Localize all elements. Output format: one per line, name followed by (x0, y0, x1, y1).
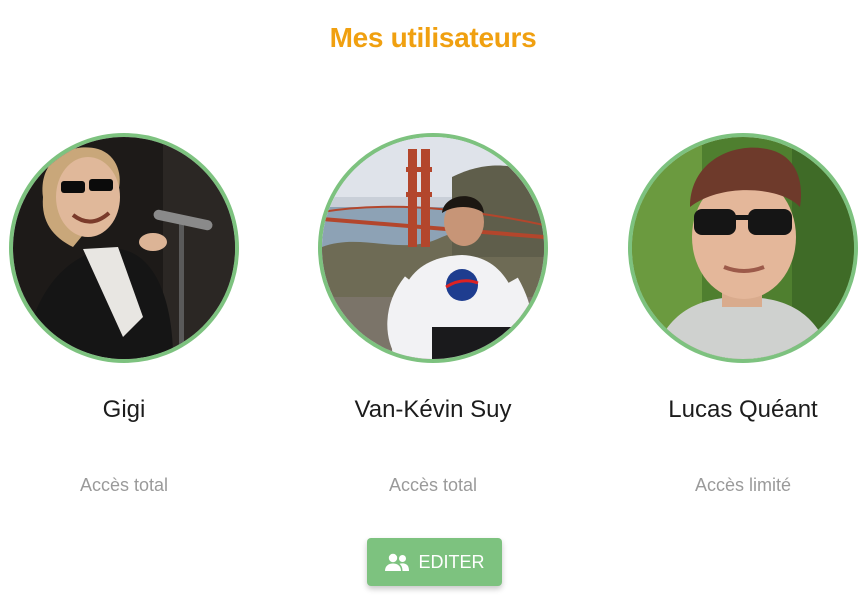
user-name: Van-Kévin Suy (354, 396, 512, 423)
user-name: Lucas Quéant (668, 396, 818, 423)
user-access-level: Accès total (388, 475, 478, 495)
user-access-level: Accès limité (694, 475, 792, 495)
user-name: Gigi (102, 396, 146, 423)
user-card-van-kevin-suy: Van-Kévin Suy Accès total (318, 133, 548, 496)
user-card-lucas-queant: Lucas Quéant Accès limité (628, 133, 858, 496)
avatar-van-kevin-suy[interactable] (318, 133, 548, 363)
users-icon (384, 552, 410, 572)
edit-button[interactable]: EDITER (367, 538, 502, 586)
avatar-gigi[interactable] (9, 133, 239, 363)
user-card-gigi: Gigi Accès total (9, 133, 239, 496)
page-title: Mes utilisateurs (329, 22, 537, 53)
edit-button-label: EDITER (418, 551, 485, 572)
users-page: Mes utilisateurs Gigi Accès total Van-Ké… (0, 0, 866, 600)
user-access-level: Accès total (79, 475, 169, 495)
avatar-lucas-queant[interactable] (628, 133, 858, 363)
